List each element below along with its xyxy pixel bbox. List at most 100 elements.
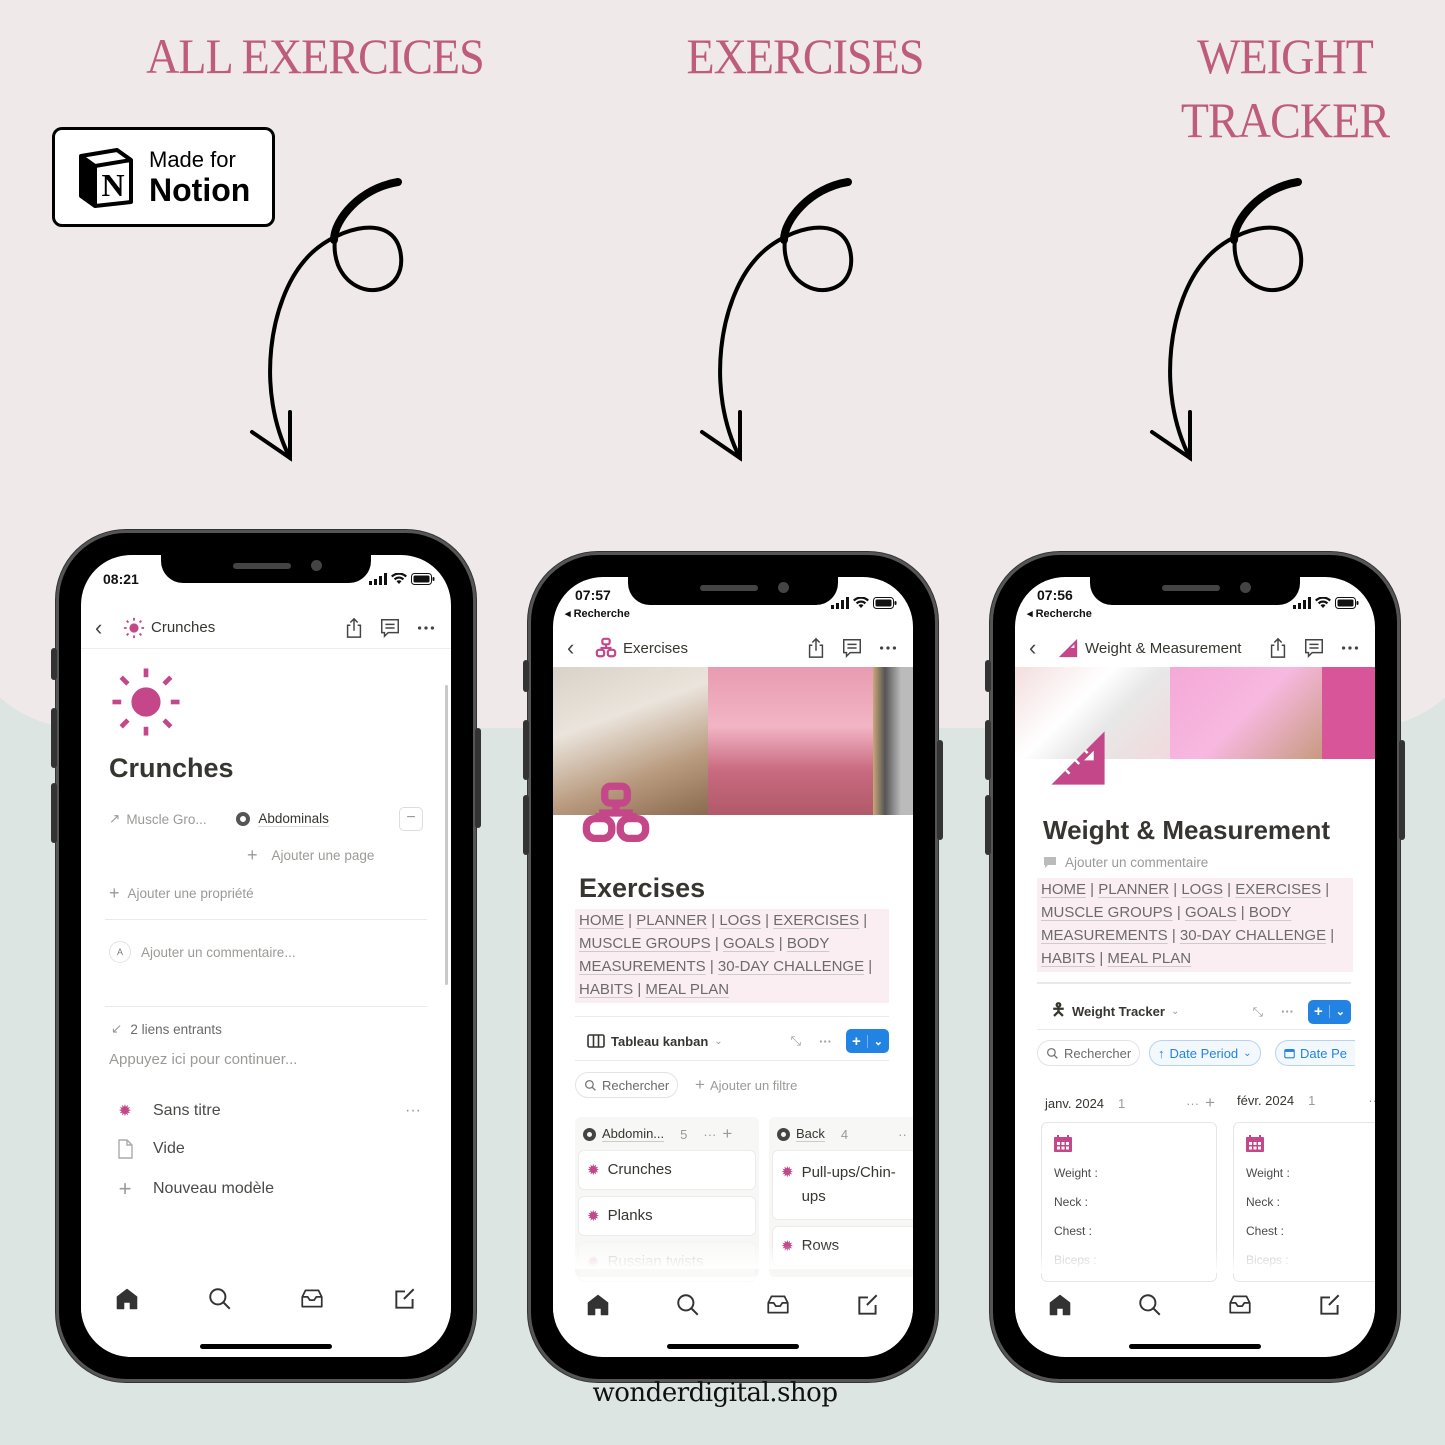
compose-icon[interactable] — [855, 1292, 881, 1318]
heading-weight-tracker-line1: WEIGHT — [1197, 28, 1374, 84]
volume-up-button — [985, 720, 991, 780]
template-label: Vide — [153, 1140, 185, 1157]
chevron-down-icon[interactable]: ⌄ — [1171, 1006, 1179, 1017]
chevron-down-icon[interactable]: ⌄ — [866, 1034, 889, 1048]
nav-link[interactable]: GOALS — [723, 935, 775, 952]
search-icon[interactable] — [675, 1292, 701, 1318]
home-icon[interactable] — [1047, 1292, 1073, 1318]
nav-link[interactable]: 30-DAY CHALLENGE — [1180, 927, 1326, 944]
collapse-button[interactable]: − — [399, 807, 423, 831]
plus-icon[interactable]: + — [722, 1124, 732, 1144]
more-icon[interactable] — [415, 617, 437, 639]
compose-icon[interactable] — [1317, 1292, 1343, 1318]
cover-photo-chair — [873, 667, 913, 815]
kanban-card[interactable]: ✹ Crunches — [579, 1151, 755, 1189]
more-icon[interactable]: ··· — [1186, 1096, 1199, 1111]
template-item[interactable]: Vide — [115, 1139, 421, 1159]
scrollbar[interactable] — [445, 685, 448, 985]
nav-link[interactable]: PLANNER — [636, 912, 707, 929]
nav-link[interactable]: MUSCLE GROUPS — [579, 935, 711, 952]
plus-icon[interactable]: + — [846, 1033, 867, 1050]
group-title[interactable]: févr. 2024 — [1237, 1093, 1294, 1108]
share-icon[interactable] — [343, 617, 365, 639]
back-chevron-icon[interactable]: ‹ — [95, 616, 117, 639]
nav-link[interactable]: MEAL PLAN — [645, 981, 729, 998]
nav-link[interactable]: PLANNER — [1098, 881, 1169, 898]
new-entry-button[interactable]: + ⌄ — [1308, 999, 1351, 1024]
plus-icon[interactable]: + — [1308, 1003, 1329, 1020]
more-icon[interactable] — [1339, 637, 1361, 659]
column-title[interactable]: Abdomin... — [602, 1126, 665, 1142]
calendar-icon — [1246, 1135, 1264, 1152]
chevron-down-icon[interactable]: ⌄ — [1328, 1005, 1351, 1018]
back-to-app-link[interactable]: ◂ Recherche — [1027, 607, 1092, 620]
chevron-down-icon[interactable]: ⌄ — [714, 1036, 722, 1047]
more-icon[interactable]: ·· — [898, 1127, 907, 1142]
add-filter-button[interactable]: + Ajouter un filtre — [687, 1072, 805, 1098]
sort-chip[interactable]: ↑ Date Period ⌄ — [1149, 1040, 1261, 1066]
nav-link[interactable]: HABITS — [579, 981, 633, 998]
nav-link[interactable]: LOGS — [719, 912, 761, 929]
share-icon[interactable] — [1267, 637, 1289, 659]
signal-icon — [1293, 597, 1311, 609]
expand-icon[interactable]: ⤡ — [791, 1033, 801, 1049]
new-template-button[interactable]: + Nouveau modèle — [115, 1176, 421, 1202]
add-page-button[interactable]: + Ajouter une page — [247, 845, 374, 866]
view-selector[interactable]: Weight Tracker — [1072, 1004, 1165, 1019]
more-icon[interactable]: ·· — [1368, 1093, 1375, 1108]
sun-icon: ✹ — [118, 1103, 132, 1120]
filter-chip[interactable]: Date Pe — [1275, 1040, 1355, 1066]
inbox-icon[interactable] — [299, 1286, 325, 1312]
back-chevron-icon[interactable]: ‹ — [567, 637, 589, 659]
add-property-button[interactable]: + Ajouter une propriété — [109, 883, 254, 904]
comment-icon[interactable] — [379, 617, 401, 639]
bottom-tab-bar — [1015, 1283, 1375, 1327]
nav-link[interactable]: 30-DAY CHALLENGE — [718, 958, 864, 975]
nav-link[interactable]: EXERCISES — [1235, 881, 1321, 898]
comment-icon[interactable] — [841, 637, 863, 659]
inbox-icon[interactable] — [1227, 1292, 1253, 1318]
more-icon[interactable]: ··· — [1281, 1004, 1294, 1019]
expand-icon[interactable]: ⤡ — [1253, 1004, 1263, 1020]
nav-link[interactable]: HABITS — [1041, 950, 1095, 967]
view-selector[interactable]: Tableau kanban — [611, 1034, 708, 1049]
inbox-icon[interactable] — [765, 1292, 791, 1318]
search-icon[interactable] — [207, 1286, 233, 1312]
search-icon[interactable] — [1137, 1292, 1163, 1318]
continue-hint[interactable]: Appuyez ici pour continuer... — [109, 1051, 297, 1068]
nav-link[interactable]: HOME — [579, 912, 624, 929]
more-icon[interactable]: ··· — [819, 1034, 832, 1049]
add-comment-button[interactable]: Ajouter un commentaire — [1043, 855, 1208, 870]
kanban-card[interactable]: ✹ Planks — [579, 1197, 755, 1235]
home-icon[interactable] — [114, 1286, 140, 1312]
share-icon[interactable] — [805, 637, 827, 659]
calendar-icon — [1284, 1048, 1295, 1058]
new-entry-button[interactable]: + ⌄ — [846, 1029, 889, 1053]
search-chip[interactable]: Rechercher — [1037, 1040, 1141, 1066]
nav-link[interactable]: LOGS — [1181, 881, 1223, 898]
property-value[interactable]: Abdominals — [258, 811, 329, 827]
kanban-card[interactable]: ✹ Pull-ups/Chin-ups — [773, 1151, 913, 1219]
nav-link[interactable]: MEAL PLAN — [1107, 950, 1191, 967]
search-chip[interactable]: Rechercher — [575, 1072, 679, 1098]
nav-link[interactable]: MUSCLE GROUPS — [1041, 904, 1173, 921]
home-icon[interactable] — [585, 1292, 611, 1318]
comment-icon[interactable] — [1303, 637, 1325, 659]
nav-link[interactable]: GOALS — [1185, 904, 1237, 921]
user-avatar: A — [109, 941, 131, 963]
nav-link[interactable]: EXERCISES — [773, 912, 859, 929]
back-to-app-link[interactable]: ◂ Recherche — [565, 607, 630, 620]
nav-link[interactable]: HOME — [1041, 881, 1086, 898]
plus-icon[interactable]: + — [1205, 1093, 1215, 1113]
group-title[interactable]: janv. 2024 — [1045, 1096, 1104, 1111]
more-icon[interactable]: ··· — [703, 1127, 716, 1142]
column-title[interactable]: Back — [796, 1126, 825, 1142]
comment-input[interactable]: A Ajouter un commentaire... — [109, 941, 296, 963]
back-chevron-icon[interactable]: ‹ — [1029, 637, 1051, 659]
more-icon[interactable] — [877, 637, 899, 659]
compose-icon[interactable] — [392, 1286, 418, 1312]
backlinks-toggle[interactable]: ↙ 2 liens entrants — [111, 1021, 222, 1037]
more-icon[interactable]: ··· — [405, 1102, 421, 1120]
template-item[interactable]: ✹ Sans titre ··· — [115, 1101, 421, 1121]
property-row[interactable]: ↗ Muscle Gro... Abdominals — [109, 811, 329, 827]
